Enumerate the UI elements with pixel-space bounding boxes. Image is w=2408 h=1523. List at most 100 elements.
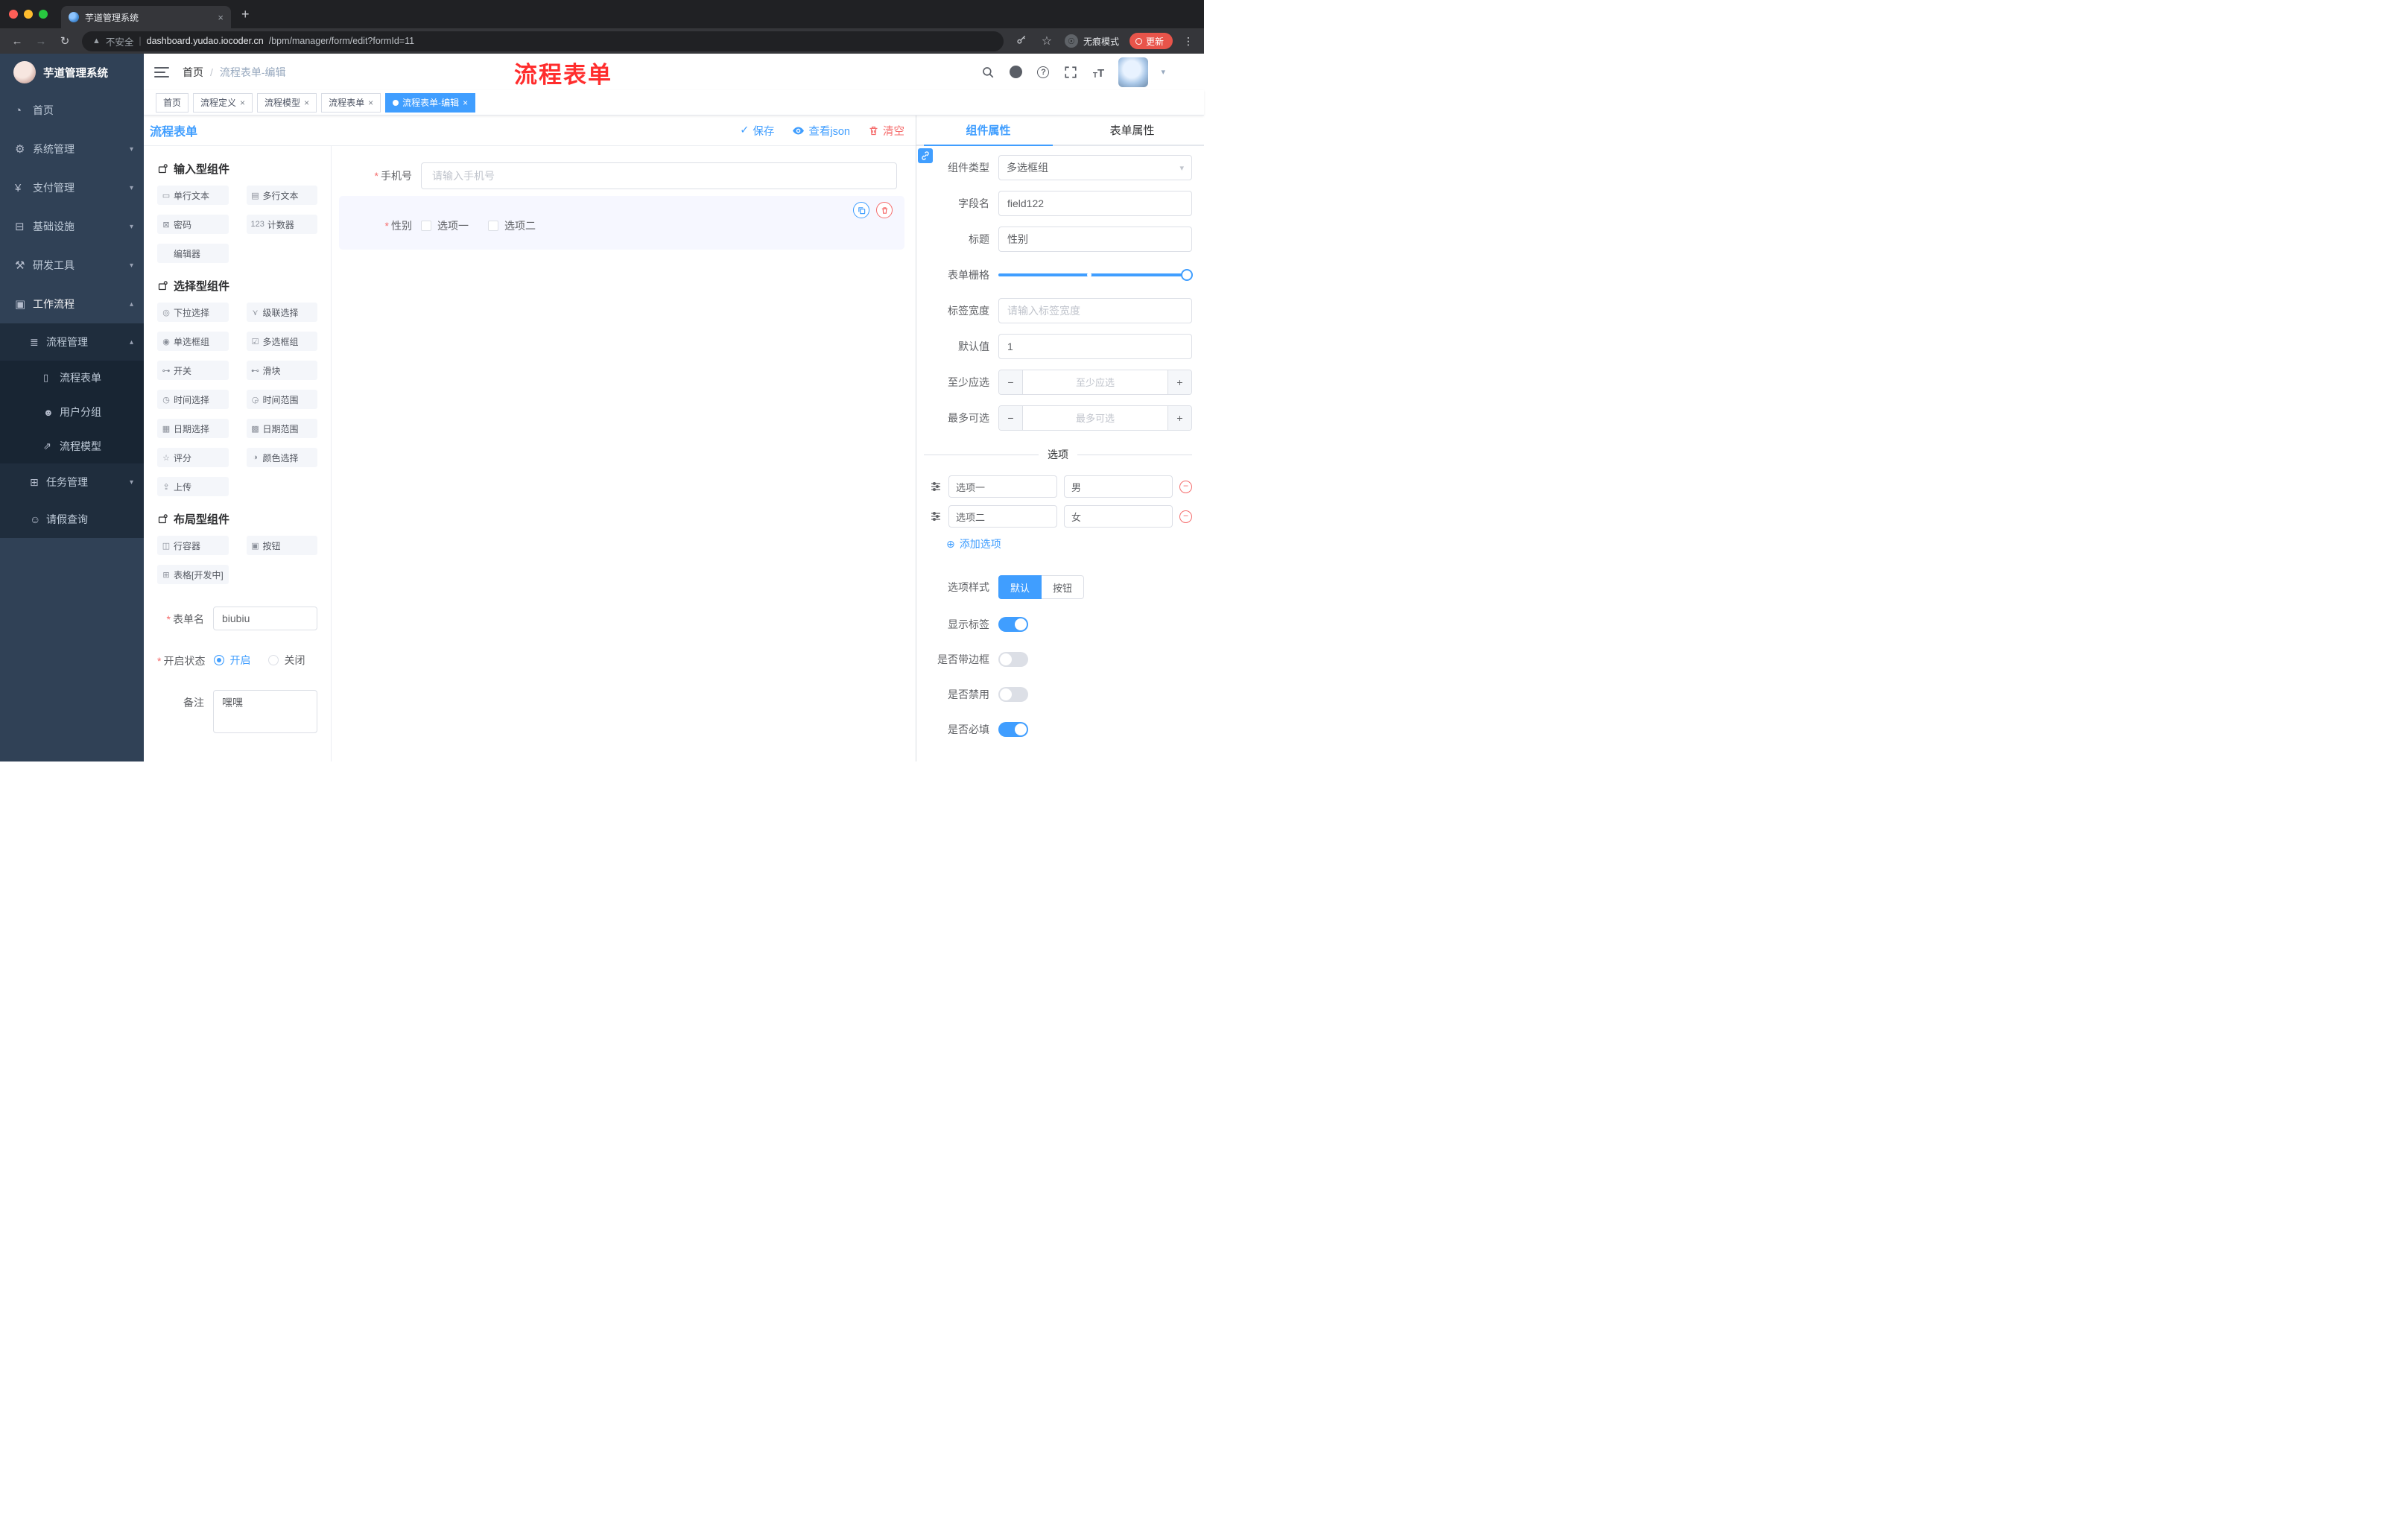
show-label-toggle[interactable] xyxy=(998,617,1028,632)
address-bar[interactable]: ▲ 不安全 | dashboard.yudao.iocoder.cn/bpm/m… xyxy=(82,31,1004,51)
sidebar-item-process-model[interactable]: ⇗ 流程模型 xyxy=(0,429,144,463)
tab-close-icon[interactable]: × xyxy=(218,12,224,23)
tag-process-form[interactable]: 流程表单 × xyxy=(321,92,381,113)
tag-close-icon[interactable]: × xyxy=(304,98,309,108)
sidebar-item-system[interactable]: ⚙ 系统管理 ▾ xyxy=(0,130,144,168)
add-option-button[interactable]: ⊕ 添加选项 xyxy=(946,536,1192,551)
drag-handle-icon[interactable] xyxy=(930,481,942,493)
sidebar-item-workflow[interactable]: ▣ 工作流程 ▴ xyxy=(0,285,144,323)
help-icon[interactable]: ? xyxy=(1036,65,1051,80)
style-button-button[interactable]: 按钮 xyxy=(1042,575,1085,599)
sidebar-item-user-group[interactable]: ☻ 用户分组 xyxy=(0,395,144,429)
max-select-input[interactable] xyxy=(1023,406,1167,430)
palette-item[interactable]: ⊞ 表格[开发中] xyxy=(157,565,229,584)
min-select-input[interactable] xyxy=(1023,370,1167,394)
reload-icon[interactable]: ↻ xyxy=(58,34,72,48)
link-icon[interactable] xyxy=(918,148,933,163)
tab-form-props[interactable]: 表单属性 xyxy=(1060,115,1204,145)
browser-menu-icon[interactable]: ⋮ xyxy=(1183,35,1194,48)
sidebar-item-payment[interactable]: ¥ 支付管理 ▾ xyxy=(0,168,144,207)
forward-icon[interactable]: → xyxy=(34,35,48,48)
browser-update-button[interactable]: 更新 xyxy=(1129,33,1173,49)
palette-item[interactable]: ◶ 时间范围 xyxy=(246,390,317,409)
delete-component-button[interactable] xyxy=(876,202,893,218)
option-value-input[interactable] xyxy=(1064,505,1173,528)
tag-process-definition[interactable]: 流程定义 × xyxy=(193,92,253,113)
palette-item[interactable]: ◎ 下拉选择 xyxy=(157,303,229,322)
sidebar-item-infra[interactable]: ⊟ 基础设施 ▾ xyxy=(0,207,144,246)
increase-button[interactable]: + xyxy=(1167,370,1191,394)
password-key-icon[interactable] xyxy=(1014,34,1029,49)
font-size-icon[interactable]: TT xyxy=(1091,65,1106,80)
gender-field-block-selected[interactable]: * 性别 选项一 选项二 xyxy=(339,196,904,250)
drag-handle-icon[interactable] xyxy=(930,510,942,522)
sidebar-item-process-form[interactable]: ▯ 流程表单 xyxy=(0,361,144,395)
disabled-toggle[interactable] xyxy=(998,687,1028,702)
palette-item[interactable]: ☑ 多选框组 xyxy=(246,332,317,351)
decrease-button[interactable]: − xyxy=(999,370,1023,394)
palette-item[interactable]: ⊶ 开关 xyxy=(157,361,229,380)
style-default-button[interactable]: 默认 xyxy=(998,575,1042,599)
tag-close-icon[interactable]: × xyxy=(368,98,373,108)
phone-field-row[interactable]: * 手机号 xyxy=(339,162,897,189)
form-remark-textarea[interactable]: 嘿嘿 xyxy=(213,690,317,733)
sidebar-item-leave-query[interactable]: ☺ 请假查询 xyxy=(0,501,144,538)
phone-input[interactable] xyxy=(421,162,897,189)
close-window-button[interactable] xyxy=(9,10,18,19)
save-button[interactable]: ✓ 保存 xyxy=(740,123,774,139)
title-input[interactable] xyxy=(998,227,1192,252)
palette-item[interactable]: ▣ 按钮 xyxy=(246,536,317,555)
sidebar-item-home[interactable]: ◔ 首页 xyxy=(0,91,144,130)
bookmark-star-icon[interactable]: ☆ xyxy=(1039,34,1054,48)
tab-component-props[interactable]: 组件属性 xyxy=(916,115,1060,146)
gender-option-2-checkbox[interactable]: 选项二 xyxy=(488,218,536,233)
gender-option-1-checkbox[interactable]: 选项一 xyxy=(421,218,469,233)
form-name-input[interactable] xyxy=(213,607,317,630)
palette-item[interactable]: ⇪ 上传 xyxy=(157,477,229,496)
tag-process-model[interactable]: 流程模型 × xyxy=(257,92,317,113)
back-icon[interactable]: ← xyxy=(10,35,24,48)
breadcrumb-home[interactable]: 首页 xyxy=(183,65,203,80)
maximize-window-button[interactable] xyxy=(39,10,48,19)
palette-item[interactable]: ⊠ 密码 xyxy=(157,215,229,234)
default-value-input[interactable] xyxy=(998,334,1192,359)
sidebar-item-devtools[interactable]: ⚒ 研发工具 ▾ xyxy=(0,246,144,285)
github-icon[interactable] xyxy=(1008,65,1023,80)
new-tab-button[interactable]: + xyxy=(241,7,250,22)
label-width-input[interactable] xyxy=(998,298,1192,323)
remove-option-button[interactable]: − xyxy=(1179,480,1192,493)
component-type-select[interactable]: 多选框组 ▾ xyxy=(998,155,1192,180)
incognito-chip[interactable]: ☉ 无痕模式 xyxy=(1064,34,1119,48)
palette-item[interactable]: ◷ 时间选择 xyxy=(157,390,229,409)
tag-home[interactable]: 首页 xyxy=(156,92,189,113)
tag-close-icon[interactable]: × xyxy=(240,98,245,108)
copy-component-button[interactable] xyxy=(853,202,869,218)
field-name-input[interactable] xyxy=(998,191,1192,216)
remove-option-button[interactable]: − xyxy=(1179,510,1192,523)
sidebar-item-process-mgmt[interactable]: ≣ 流程管理 ▴ xyxy=(0,323,144,361)
view-json-button[interactable]: 查看json xyxy=(792,123,850,139)
form-grid-slider[interactable] xyxy=(998,262,1193,288)
decrease-button[interactable]: − xyxy=(999,406,1023,430)
palette-item[interactable]: ◑ 颜色选择 xyxy=(246,448,317,467)
palette-item[interactable]: ▦ 日期选择 xyxy=(157,419,229,438)
border-toggle[interactable] xyxy=(998,652,1028,667)
sidebar-logo[interactable]: 芋道管理系统 xyxy=(0,54,144,91)
status-on-radio[interactable]: 开启 xyxy=(214,653,250,668)
avatar-caret-icon[interactable]: ▾ xyxy=(1161,67,1165,77)
browser-tab[interactable]: 芋道管理系统 × xyxy=(61,6,231,28)
user-avatar[interactable] xyxy=(1118,57,1149,87)
palette-item[interactable]: ⋎ 级联选择 xyxy=(246,303,317,322)
palette-item[interactable]: 编辑器 xyxy=(157,244,229,263)
minimize-window-button[interactable] xyxy=(24,10,33,19)
tag-close-icon[interactable]: × xyxy=(463,98,468,108)
tag-process-form-edit[interactable]: 流程表单-编辑 × xyxy=(385,92,476,113)
sidebar-toggle-icon[interactable] xyxy=(154,66,169,77)
palette-item[interactable]: ▩ 日期范围 xyxy=(246,419,317,438)
sidebar-item-task-mgmt[interactable]: ⊞ 任务管理 ▾ xyxy=(0,463,144,501)
palette-item[interactable]: ◉ 单选框组 xyxy=(157,332,229,351)
clear-button[interactable]: 清空 xyxy=(868,123,904,139)
search-icon[interactable] xyxy=(980,65,995,80)
option-name-input[interactable] xyxy=(948,475,1057,498)
palette-item[interactable]: ▤ 多行文本 xyxy=(246,186,317,205)
